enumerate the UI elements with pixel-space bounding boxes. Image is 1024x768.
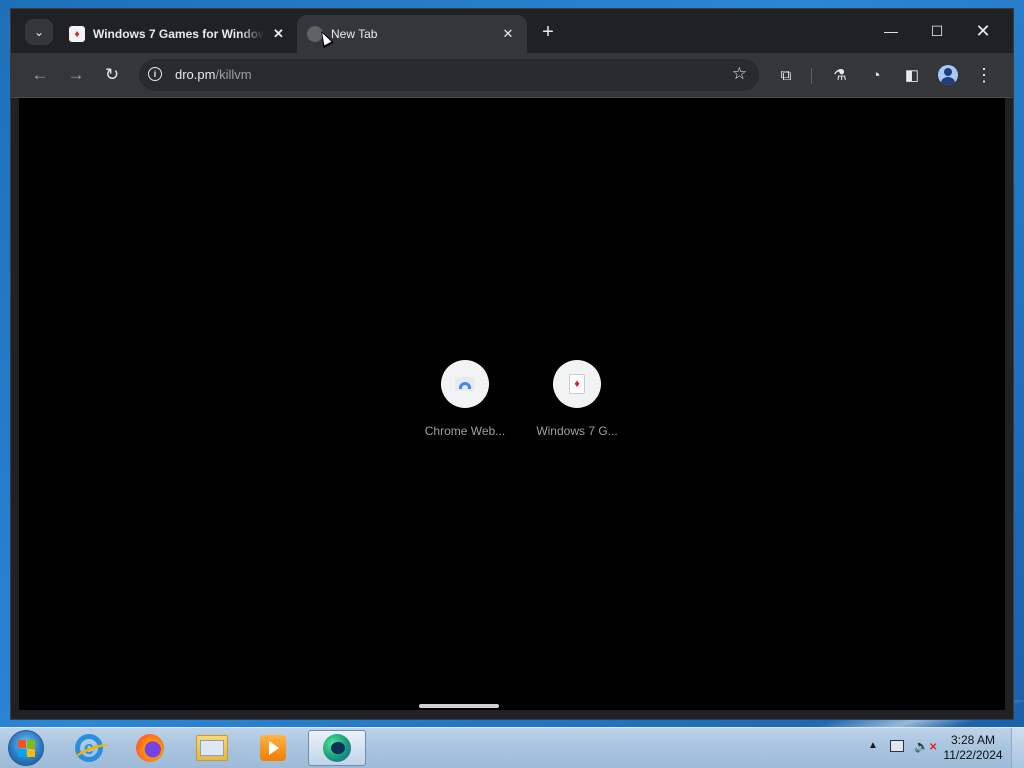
url-host: dro.pm — [175, 67, 216, 82]
reload-button[interactable]: ↻ — [99, 62, 125, 88]
site-info-icon[interactable]: i — [148, 67, 162, 81]
windows-logo-red — [17, 739, 26, 748]
network-icon[interactable] — [890, 740, 904, 752]
new-tab-page: Chrome Web... ♦ Windows 7 G... — [19, 98, 1005, 710]
bookmark-star-icon[interactable]: ☆ — [732, 64, 747, 84]
shortcut-tile[interactable] — [441, 360, 489, 408]
shortcut-chrome-web-store[interactable]: Chrome Web... — [409, 360, 521, 438]
url-path: /killvm — [215, 67, 252, 82]
tab-windows-7-games[interactable]: ♦ Windows 7 Games for Windows ✕ — [59, 15, 297, 53]
clock-date: 11/22/2024 — [943, 748, 1003, 762]
edge-icon — [323, 734, 351, 762]
taskbar: e ▲ 🔈✕ 3:28 AM 11/22/2024 — [0, 727, 1024, 768]
tab-strip: ⌄ ♦ Windows 7 Games for Windows ✕ New Ta… — [11, 9, 1013, 53]
close-tab-button[interactable]: ✕ — [499, 25, 517, 43]
windows-logo-green — [26, 739, 35, 748]
system-clock[interactable]: 3:28 AM 11/22/2024 — [940, 733, 1006, 763]
side-panel-icon[interactable]: ◧ — [899, 62, 925, 88]
playing-card-icon: ♦ — [569, 374, 585, 394]
extensions-icon[interactable]: ⧉ — [773, 62, 799, 88]
show-desktop-button[interactable] — [1011, 728, 1024, 768]
show-hidden-icons-arrow-icon[interactable]: ▲ — [868, 740, 878, 751]
close-tab-button[interactable]: ✕ — [270, 25, 287, 43]
shortcut-label: Chrome Web... — [424, 424, 506, 438]
new-tab-button[interactable]: + — [537, 21, 559, 43]
firefox-icon — [136, 734, 164, 762]
address-bar[interactable]: i dro.pm/killvm ☆ — [139, 59, 759, 91]
taskbar-firefox[interactable] — [121, 730, 179, 766]
shortcut-tile[interactable]: ♦ — [553, 360, 601, 408]
folder-icon — [196, 735, 228, 761]
avatar-icon — [938, 65, 958, 85]
windows-logo-yellow — [26, 748, 35, 757]
tab-new-tab[interactable]: New Tab ✕ — [297, 15, 527, 53]
maximize-button[interactable]: ☐ — [915, 17, 959, 45]
taskbar-file-explorer[interactable] — [183, 730, 241, 766]
chrome-web-store-icon — [455, 377, 475, 391]
taskbar-internet-explorer[interactable]: e — [60, 730, 118, 766]
media-player-icon — [260, 735, 286, 761]
chevron-down-icon: ⌄ — [33, 25, 45, 39]
back-button[interactable]: ← — [27, 62, 53, 88]
menu-icon[interactable]: ⋮ — [971, 62, 997, 88]
tab-title: New Tab — [331, 27, 378, 41]
toolbar-divider — [811, 68, 812, 84]
horizontal-scrollbar[interactable] — [419, 704, 499, 708]
taskbar-media-player[interactable] — [244, 730, 302, 766]
start-button[interactable] — [8, 730, 44, 766]
taskbar-edge[interactable] — [308, 730, 366, 766]
shortcut-label: Windows 7 G... — [536, 424, 618, 438]
clock-time: 3:28 AM — [950, 733, 996, 747]
card-icon: ♦ — [69, 26, 85, 42]
forward-button[interactable]: → — [63, 62, 89, 88]
speaker-icon: 🔈 — [914, 739, 929, 753]
volume-muted-icon[interactable]: 🔈✕ — [914, 739, 937, 753]
windows-logo-blue — [17, 748, 26, 757]
close-window-button[interactable]: ✕ — [961, 17, 1005, 45]
tab-search-button[interactable]: ⌄ — [25, 19, 53, 45]
url-text[interactable]: dro.pm/killvm — [175, 67, 252, 82]
browser-toolbar: ← → ↻ i dro.pm/killvm ☆ ⧉ ⚗ ◔ ◧ ⋮ — [11, 53, 1013, 98]
performance-icon[interactable]: ◔ — [863, 62, 889, 88]
shortcut-windows-7-games[interactable]: ♦ Windows 7 G... — [521, 360, 633, 438]
muted-x-icon: ✕ — [928, 742, 938, 753]
browser-window: ⌄ ♦ Windows 7 Games for Windows ✕ New Ta… — [10, 8, 1014, 720]
minimize-button[interactable]: — — [869, 17, 913, 45]
internet-explorer-icon: e — [75, 734, 103, 762]
profile-button[interactable] — [935, 62, 961, 88]
tab-title: Windows 7 Games for Windows — [93, 27, 264, 41]
labs-flask-icon[interactable]: ⚗ — [827, 62, 853, 88]
